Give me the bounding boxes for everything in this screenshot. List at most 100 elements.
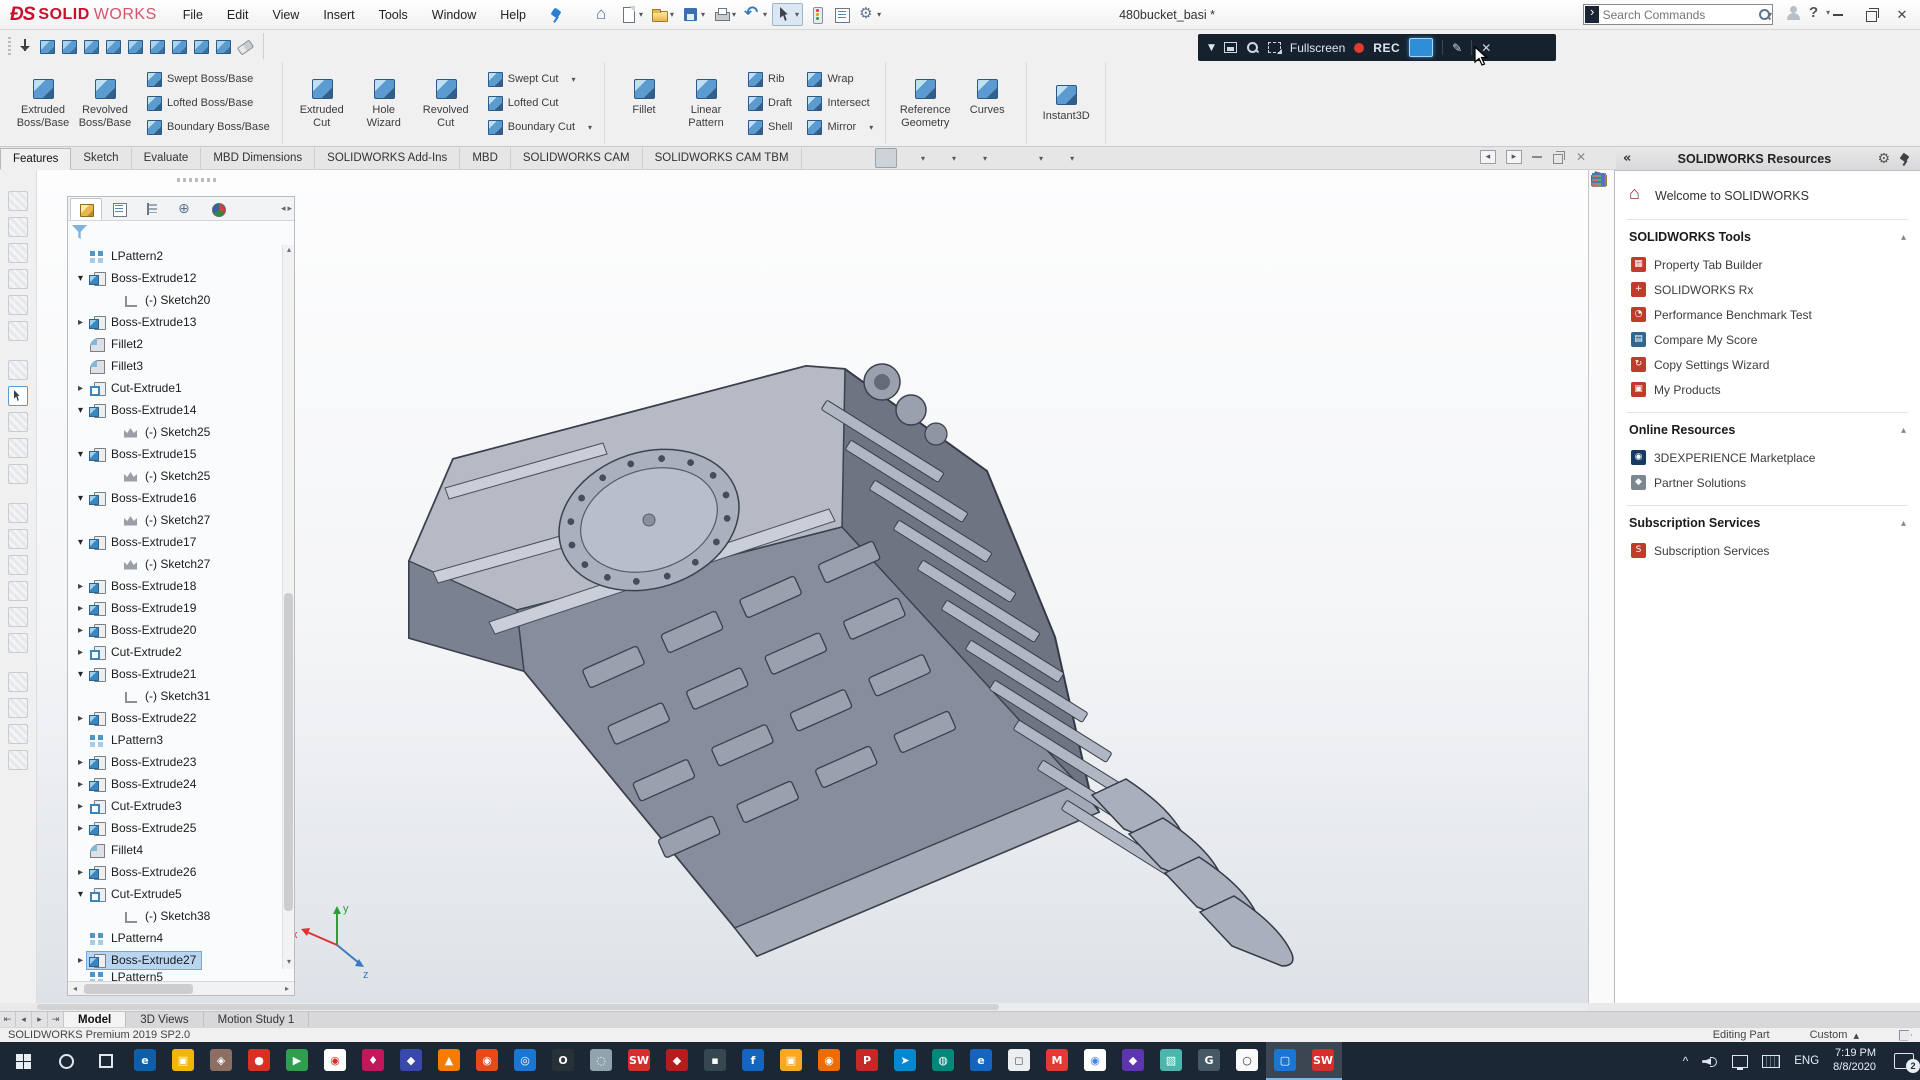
tabs-scroll-right-icon[interactable]: ▸ (287, 204, 292, 214)
docked-tool-icon[interactable] (8, 295, 28, 315)
scroll-left-icon[interactable]: ◂ (68, 984, 82, 993)
taskbar-app-button[interactable]: SW (620, 1042, 658, 1080)
feature-tree-item[interactable]: Boss-Extrude22 (68, 707, 294, 729)
feature-tree-item[interactable]: (-) Sketch25 (68, 421, 294, 443)
clock[interactable]: 7:19 PM 8/8/2020 (1833, 1047, 1876, 1075)
section-header[interactable]: SOLIDWORKS Tools ▴ (1629, 228, 1906, 252)
taskbar-app-button[interactable]: ◆ (658, 1042, 696, 1080)
command-search[interactable]: ▾ (1583, 4, 1773, 25)
feature-tree-item[interactable]: Cut-Extrude3 (68, 795, 294, 817)
ribbon-stack-button[interactable]: Wrap (802, 69, 877, 89)
ribbon-stack-button[interactable]: Boundary Cut (483, 117, 596, 137)
view-tool-button[interactable] (1018, 148, 1046, 168)
tab-property-manager[interactable] (103, 198, 135, 220)
open-button[interactable]: ▾ (648, 4, 677, 25)
model-tab[interactable]: Motion Study 1 (204, 1012, 310, 1027)
expand-arrow-icon[interactable] (74, 405, 87, 416)
taskbar-app-button[interactable]: e (126, 1042, 164, 1080)
feature-tree-item[interactable]: LPattern5 (68, 971, 294, 981)
docked-tool-icon[interactable] (8, 581, 28, 601)
expand-arrow-icon[interactable] (74, 955, 87, 966)
taskbar-app-button[interactable]: ▲ (430, 1042, 468, 1080)
recorder-window-icon[interactable] (1224, 42, 1237, 53)
pane-pin-icon[interactable] (1898, 152, 1912, 166)
task-view-button[interactable] (86, 1054, 126, 1068)
command-tab[interactable]: Sketch (71, 148, 131, 169)
start-button[interactable] (0, 1042, 46, 1080)
feature-tree-item[interactable]: LPattern3 (68, 729, 294, 751)
doc-restore-icon[interactable] (1552, 150, 1566, 164)
graphics-area[interactable]: y x z ◂▸ (37, 170, 1588, 1003)
tab-configurations[interactable] (136, 198, 168, 220)
expand-arrow-icon[interactable] (74, 713, 87, 724)
recorder-dropdown-icon[interactable]: ▼ (1208, 43, 1215, 53)
recorder-webcam-button[interactable] (1409, 38, 1433, 57)
expand-arrow-icon[interactable] (74, 537, 87, 548)
feature-tree-item[interactable]: Cut-Extrude2 (68, 641, 294, 663)
close-button[interactable] (1888, 3, 1916, 27)
window-prev-icon[interactable]: ◂ (1480, 150, 1496, 164)
ribbon-big-button[interactable]: Hole Wizard (353, 72, 415, 134)
ribbon-stack-button[interactable]: Swept Cut (483, 69, 596, 89)
feature-tree-item[interactable]: (-) Sketch20 (68, 289, 294, 311)
ribbon-big-button[interactable]: Extruded Boss/Base (12, 72, 74, 134)
ribbon-stack-button[interactable]: Intersect (802, 93, 877, 113)
pin-menu-icon[interactable] (548, 7, 564, 23)
menu-item[interactable]: File (171, 2, 215, 28)
filter-icon[interactable] (72, 225, 87, 239)
docked-tool-icon[interactable] (8, 217, 28, 237)
panel-drag-handle[interactable] (177, 178, 217, 182)
taskbar-app-button[interactable]: ◉ (1076, 1042, 1114, 1080)
graphics-horizontal-scrollbar[interactable] (37, 1003, 1588, 1011)
fullscreen-label[interactable]: Fullscreen (1290, 41, 1345, 55)
ribbon-big-button[interactable]: Instant3D (1035, 78, 1097, 127)
feature-tree-item[interactable]: Boss-Extrude24 (68, 773, 294, 795)
feature-tree-item[interactable]: Boss-Extrude16 (68, 487, 294, 509)
docked-tool-icon[interactable] (8, 555, 28, 575)
feature-tree-item[interactable]: (-) Sketch31 (68, 685, 294, 707)
docked-tool-icon[interactable] (8, 269, 28, 289)
ribbon-big-button[interactable]: Fillet (613, 72, 675, 134)
taskbar-app-button[interactable]: ▶ (278, 1042, 316, 1080)
toolbar-icon[interactable] (60, 37, 79, 56)
taskbar-app-button[interactable]: ◆ (392, 1042, 430, 1080)
ribbon-stack-button[interactable]: Rib (743, 69, 796, 89)
ribbon-big-button[interactable]: Revolved Boss/Base (74, 72, 136, 134)
tab-nav-icon[interactable]: ⇤ (0, 1012, 16, 1027)
feature-tree-item[interactable]: LPattern2 (68, 245, 294, 267)
docked-tool-icon[interactable] (8, 672, 28, 692)
tab-display-manager[interactable] (202, 198, 234, 220)
tree-vertical-scrollbar[interactable]: ▴ ▾ (282, 245, 294, 969)
taskbar-app-button[interactable]: O (544, 1042, 582, 1080)
help-button[interactable]: ? (1809, 4, 1818, 21)
toolbar-icon[interactable] (16, 37, 35, 56)
feature-tree-item[interactable]: Boss-Extrude12 (68, 267, 294, 289)
taskbar-app-button[interactable]: ◆ (1114, 1042, 1152, 1080)
tab-nav-icon[interactable]: ⇥ (48, 1012, 64, 1027)
taskbar-app-button[interactable]: ○ (1228, 1042, 1266, 1080)
chevron-up-icon[interactable]: ▴ (1901, 232, 1906, 243)
ribbon-big-button[interactable]: Extruded Cut (291, 72, 353, 134)
tab-feature-tree[interactable] (70, 198, 102, 220)
feature-tree-item[interactable]: Fillet4 (68, 839, 294, 861)
menu-item[interactable]: Help (488, 2, 538, 28)
taskbar-app-button[interactable]: ▧ (1152, 1042, 1190, 1080)
ribbon-big-button[interactable]: Revolved Cut (415, 72, 477, 134)
view-tool-button[interactable] (993, 148, 1015, 168)
ribbon-stack-button[interactable]: Lofted Boss/Base (142, 93, 274, 113)
tab-dimxpert[interactable] (169, 198, 201, 220)
feature-tree-item[interactable]: (-) Sketch38 (68, 905, 294, 927)
expand-arrow-icon[interactable] (74, 383, 87, 394)
expand-arrow-icon[interactable] (74, 603, 87, 614)
user-account-icon[interactable] (1785, 5, 1801, 21)
expand-arrow-icon[interactable] (74, 647, 87, 658)
rec-label[interactable]: REC (1373, 41, 1400, 55)
chevron-up-icon[interactable]: ▴ (1901, 425, 1906, 436)
ribbon-stack-button[interactable]: Shell (743, 117, 796, 137)
menu-item[interactable]: Edit (215, 2, 261, 28)
feature-tree-item[interactable]: Boss-Extrude18 (68, 575, 294, 597)
tab-nav-icon[interactable]: ◂ (16, 1012, 32, 1027)
docked-tool-icon[interactable] (8, 321, 28, 341)
task-pane-link[interactable]: ▦Property Tab Builder (1629, 252, 1906, 277)
expand-arrow-icon[interactable] (74, 669, 87, 680)
